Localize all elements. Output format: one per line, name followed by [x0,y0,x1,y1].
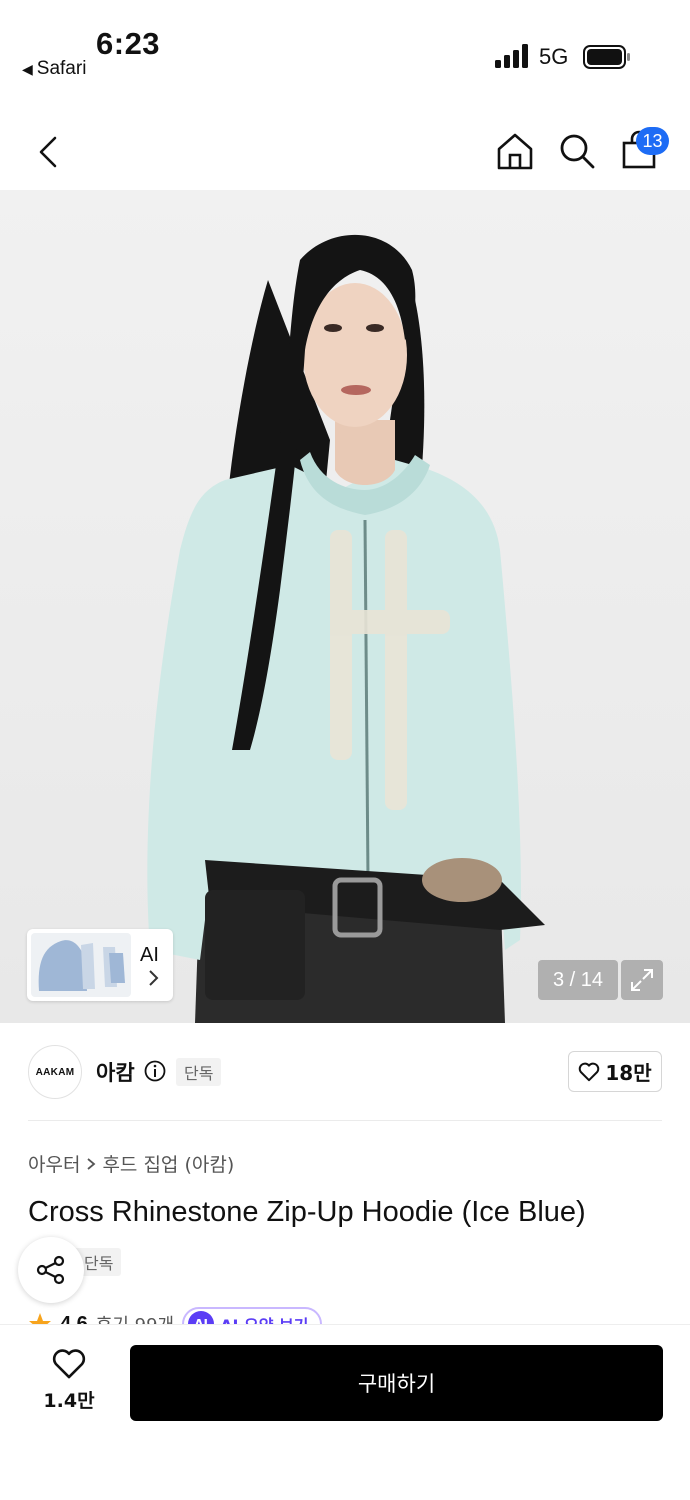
brand-like-count: 18만 [605,1061,652,1085]
review-count-link[interactable]: 후기 99개 [96,1311,174,1325]
breadcrumb: 아우터 후드 집업 (아캄) [28,1150,234,1177]
back-button[interactable] [28,128,68,176]
wishlist-button[interactable]: 1.4만 [38,1348,100,1418]
breadcrumb-subcategory[interactable]: 후드 집업 (아캄) [102,1150,234,1177]
back-to-app-link[interactable]: ◀ Safari [22,58,86,80]
search-button[interactable] [554,126,600,176]
wishlist-count: 1.4만 [43,1390,95,1412]
home-button[interactable] [492,126,538,176]
brand-like-button[interactable]: 18만 [568,1051,662,1092]
heart-icon [52,1349,86,1379]
ai-summary-button[interactable]: AI AI 요약 보기 [182,1307,323,1325]
brand-name[interactable]: 아캄 [96,1057,135,1087]
chevron-right-icon [149,970,159,986]
cart-count-badge: 13 [636,127,669,155]
brand-logo[interactable]: AAKAM [28,1045,82,1099]
buy-button[interactable]: 구매하기 [130,1345,663,1421]
back-app-label: Safari [36,58,87,79]
model-photo [147,234,545,1023]
product-title: Cross Rhinestone Zip-Up Hoodie (Ice Blue… [28,1196,586,1228]
exclusive-badge: 단독 [176,1058,222,1086]
heart-icon [579,1062,600,1081]
thumbnail-hoodie [38,940,125,991]
rating-row: 4.6 후기 99개 AI AI 요약 보기 [0,1303,690,1325]
battery-icon [583,45,630,69]
divider [28,1120,662,1121]
status-time: 6:23 [96,26,161,61]
share-button[interactable] [18,1237,84,1303]
search-icon [560,134,595,169]
image-counter: 3 / 14 [538,960,618,1000]
status-bar: 6:23 ◀ Safari 5G [0,0,690,96]
share-icon [36,1255,65,1285]
expand-icon [631,969,653,991]
top-nav [0,120,690,184]
chevron-left-icon [39,136,57,168]
chevron-right-icon [87,1157,96,1170]
info-icon[interactable] [144,1060,166,1082]
network-label: 5G [539,44,569,69]
signal-icon [495,44,528,68]
thumbnail-image [31,933,131,997]
breadcrumb-category[interactable]: 아우터 [28,1150,80,1177]
expand-image-button[interactable] [621,960,663,1000]
thumbnail-ai-label: AI [140,944,159,966]
product-image[interactable] [0,190,690,1023]
back-triangle-icon: ◀ [22,61,33,77]
home-icon [497,133,533,170]
ai-badge-icon: AI [188,1311,215,1325]
